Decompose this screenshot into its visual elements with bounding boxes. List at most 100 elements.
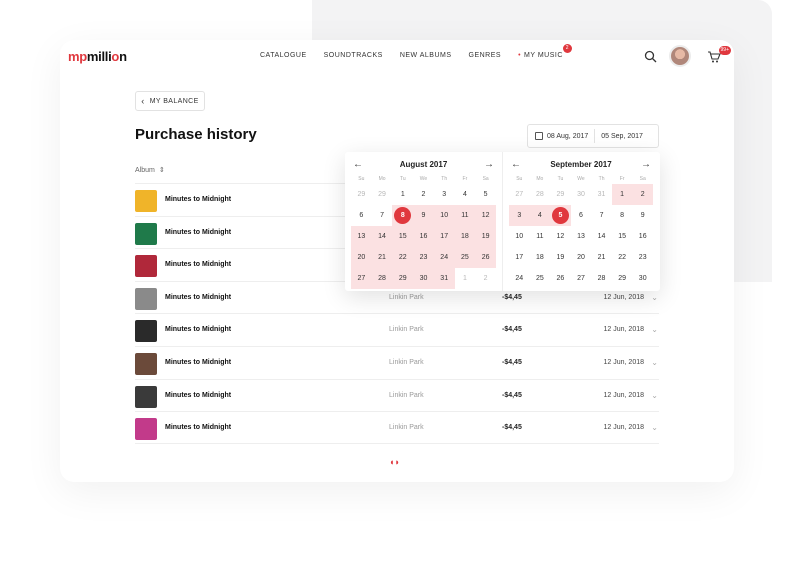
nav-new-albums[interactable]: NEW ALBUMS — [400, 52, 452, 59]
cart-button[interactable]: 99+ — [707, 46, 731, 63]
calendar-day[interactable]: 21 — [591, 247, 612, 268]
day-number: 18 — [461, 233, 469, 240]
calendar-day[interactable]: 28 — [530, 184, 551, 205]
calendar-day[interactable]: 8 — [612, 205, 633, 226]
calendar-day[interactable]: 6 — [571, 205, 592, 226]
calendar-day[interactable]: 18 — [530, 247, 551, 268]
calendar-day[interactable]: 7 — [591, 205, 612, 226]
calendar-day[interactable]: 1 — [392, 184, 413, 205]
calendar-day[interactable]: 27 — [571, 268, 592, 289]
calendar-day[interactable]: 5 — [475, 184, 496, 205]
calendar-day[interactable]: 16 — [632, 226, 653, 247]
calendar-day[interactable]: 17 — [509, 247, 530, 268]
calendar-day[interactable]: 30 — [413, 268, 434, 289]
calendar-day[interactable]: 20 — [351, 247, 372, 268]
calendar-day[interactable]: 23 — [632, 247, 653, 268]
calendar-day[interactable]: 19 — [550, 247, 571, 268]
calendar-day[interactable]: 2 — [475, 268, 496, 289]
calendar-day[interactable]: 16 — [413, 226, 434, 247]
calendar-day[interactable]: 23 — [413, 247, 434, 268]
chevron-down-icon[interactable]: ⌄ — [651, 293, 658, 302]
calendar-day[interactable]: 12 — [550, 226, 571, 247]
day-number: 26 — [481, 254, 490, 261]
calendar-day[interactable]: 1 — [455, 268, 476, 289]
calendar-day[interactable]: 9 — [632, 205, 653, 226]
calendar-day[interactable]: 25 — [530, 268, 551, 289]
nav-soundtracks[interactable]: SOUNDTRACKS — [324, 52, 383, 59]
date-range-picker[interactable]: 08 Aug, 2017 05 Sep, 2017 — [527, 124, 659, 148]
calendar-day[interactable]: 30 — [571, 184, 592, 205]
weekday-label: Tu — [399, 176, 406, 182]
calendar-day[interactable]: 2 — [413, 184, 434, 205]
calendar-day[interactable]: 18 — [454, 226, 476, 247]
calendar-day[interactable]: 17 — [433, 226, 455, 247]
calendar-day[interactable]: 20 — [571, 247, 592, 268]
calendar-day[interactable]: 28 — [591, 268, 612, 289]
calendar-day[interactable]: 14 — [371, 226, 393, 247]
column-header-album[interactable]: Album ⇕ — [135, 166, 165, 174]
calendar-day[interactable]: 22 — [612, 247, 633, 268]
calendar-day[interactable]: 1 — [611, 184, 633, 205]
calendar-day[interactable]: 2 — [632, 184, 653, 205]
calendar-day[interactable]: 10 — [433, 205, 455, 226]
calendar-day[interactable]: 29 — [612, 268, 633, 289]
calendar-day[interactable]: 25 — [454, 247, 476, 268]
chevron-down-icon[interactable]: ⌄ — [651, 423, 658, 432]
calendar-day[interactable]: 29 — [550, 184, 571, 205]
calendar-day[interactable]: 15 — [612, 226, 633, 247]
table-row[interactable]: Minutes to Midnight Linkin Park -$4,45 12 J… — [135, 411, 659, 444]
calendar-day[interactable]: 27 — [351, 268, 372, 289]
calendar-day[interactable]: 8 — [392, 205, 414, 226]
calendar-day[interactable]: 29 — [392, 268, 414, 289]
arrow-right-icon[interactable]: → — [641, 159, 651, 170]
calendar-day[interactable]: 22 — [392, 247, 414, 268]
calendar-day[interactable]: 30 — [632, 268, 653, 289]
logo[interactable]: mpmillion — [68, 49, 127, 64]
column-label: Album — [135, 167, 155, 174]
calendar-day[interactable]: 29 — [372, 184, 393, 205]
calendar-day[interactable]: 11 — [530, 226, 551, 247]
calendar-day[interactable]: 10 — [509, 226, 530, 247]
calendar-day[interactable]: 31 — [433, 268, 455, 289]
calendar-day[interactable]: 15 — [392, 226, 414, 247]
calendar-day[interactable]: 7 — [372, 205, 393, 226]
calendar-day[interactable]: 5 — [550, 205, 571, 226]
calendar-day[interactable]: 24 — [509, 268, 530, 289]
table-row[interactable]: Minutes to Midnight Linkin Park -$4,45 12 J… — [135, 313, 659, 346]
day-number: 6 — [359, 212, 364, 219]
calendar-day[interactable]: 13 — [351, 226, 372, 247]
arrow-left-icon[interactable]: ← — [353, 159, 363, 170]
chevron-down-icon[interactable]: ⌄ — [651, 358, 658, 367]
nav-my-music[interactable]: • MY MUSIC 2 — [518, 44, 572, 59]
chevron-down-icon[interactable]: ⌄ — [651, 391, 658, 400]
calendar-day[interactable]: 4 — [529, 205, 551, 226]
calendar-day[interactable]: 3 — [509, 205, 530, 226]
calendar-day[interactable]: 6 — [351, 205, 372, 226]
table-row[interactable]: Minutes to Midnight Linkin Park -$4,45 12 J… — [135, 378, 659, 412]
calendar-day[interactable]: 19 — [475, 226, 496, 247]
calendar-day[interactable]: 14 — [591, 226, 612, 247]
calendar-day[interactable]: 24 — [433, 247, 455, 268]
calendar-day[interactable]: 28 — [371, 268, 393, 289]
search-icon[interactable] — [644, 50, 657, 63]
nav-catalogue[interactable]: CATALOGUE — [260, 52, 307, 59]
calendar-day[interactable]: 21 — [371, 247, 393, 268]
calendar-day[interactable]: 26 — [550, 268, 571, 289]
calendar-day[interactable]: 26 — [475, 247, 496, 268]
calendar-day[interactable]: 31 — [591, 184, 612, 205]
calendar-day[interactable]: 27 — [509, 184, 530, 205]
calendar-day[interactable]: 9 — [413, 205, 434, 226]
nav-genres[interactable]: GENRES — [469, 52, 502, 59]
calendar-day[interactable]: 11 — [454, 205, 476, 226]
calendar-day[interactable]: 3 — [434, 184, 455, 205]
arrow-left-icon[interactable]: ← — [511, 159, 521, 170]
chevron-down-icon[interactable]: ⌄ — [651, 325, 658, 334]
avatar[interactable] — [669, 45, 691, 67]
calendar-day[interactable]: 4 — [455, 184, 476, 205]
calendar-day[interactable]: 29 — [351, 184, 372, 205]
my-balance-button[interactable]: ‹ MY BALANCE — [135, 91, 205, 111]
table-row[interactable]: Minutes to Midnight Linkin Park -$4,45 12 J… — [135, 345, 659, 379]
calendar-day[interactable]: 12 — [475, 205, 496, 226]
arrow-right-icon[interactable]: → — [484, 159, 494, 170]
calendar-day[interactable]: 13 — [571, 226, 592, 247]
